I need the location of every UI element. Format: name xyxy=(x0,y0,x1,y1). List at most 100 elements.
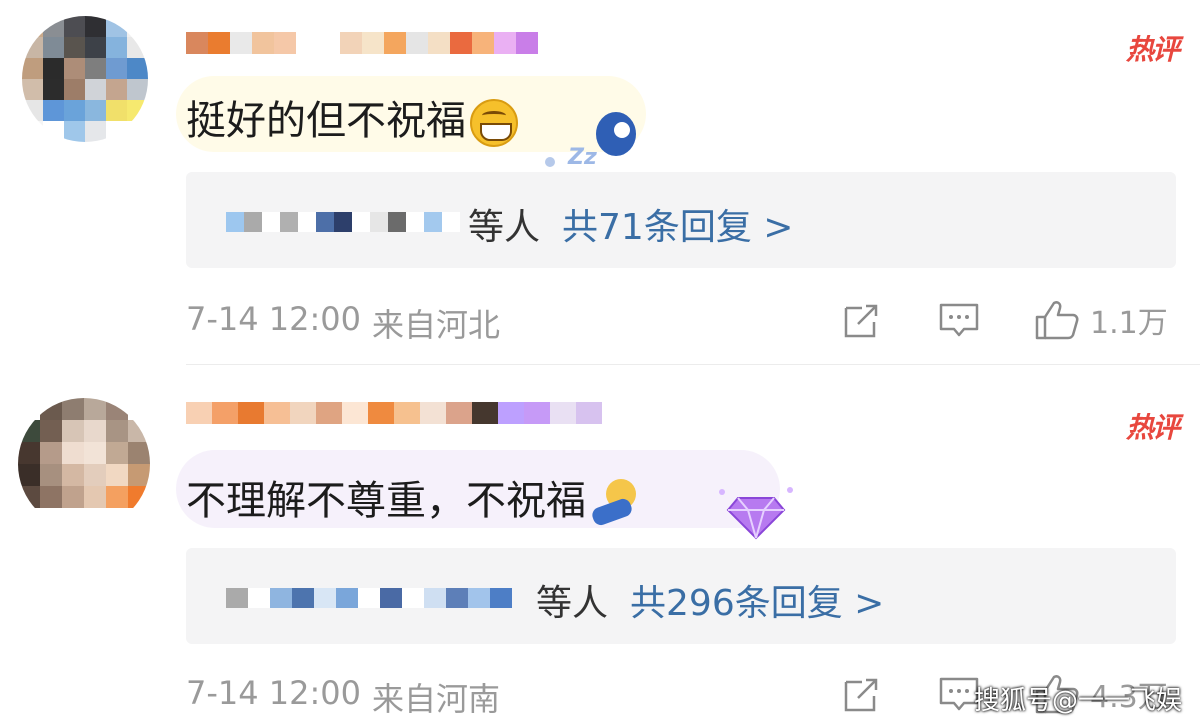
username-pixel xyxy=(428,32,450,54)
comment-text-content: 挺好的但不祝福 xyxy=(186,98,466,144)
username-pixel xyxy=(576,402,602,424)
comment-meta-row: 7-14 12:00 来自河北 1.1万 xyxy=(186,296,1176,346)
avatar-pixel xyxy=(127,100,148,121)
reply-name-pixel xyxy=(314,588,336,608)
reply-summary[interactable]: 等人 共71条回复 > xyxy=(468,198,793,250)
share-button[interactable] xyxy=(842,298,882,342)
thumbs-up-icon xyxy=(1035,301,1079,340)
reply-name-pixel xyxy=(490,588,512,608)
avatar-pixel xyxy=(43,100,64,121)
avatar-pixel xyxy=(18,508,40,530)
reply-preview-box[interactable]: 等人 共296条回复 > xyxy=(186,548,1176,644)
like-button[interactable]: 1.1万 xyxy=(1034,298,1168,342)
avatar-pixel xyxy=(85,121,106,142)
avatar-pixel xyxy=(128,398,150,420)
sleeping-character-decoration-icon: Zz xyxy=(545,112,636,170)
username-pixel xyxy=(342,402,368,424)
reply-name-pixel xyxy=(424,212,442,232)
avatar-pixel xyxy=(62,442,84,464)
avatar-pixel xyxy=(127,58,148,79)
avatar-pixel xyxy=(40,486,62,508)
reply-name-pixel xyxy=(270,588,292,608)
comment-icon xyxy=(939,303,979,337)
avatar-pixel xyxy=(18,442,40,464)
reply-count-link[interactable]: 共296条回复 > xyxy=(630,583,884,624)
avatar-pixel xyxy=(84,420,106,442)
reply-name-pixel xyxy=(352,212,370,232)
username-pixel xyxy=(316,402,342,424)
avatar-pixel xyxy=(106,442,128,464)
avatar-pixel xyxy=(106,464,128,486)
username-pixel xyxy=(340,32,362,54)
avatar-pixel xyxy=(106,79,127,100)
username-pixel xyxy=(516,32,538,54)
comment-location: 来自河南 xyxy=(372,680,501,718)
username-pixel xyxy=(208,32,230,54)
comment-location: 来自河北 xyxy=(372,306,501,344)
username-pixel xyxy=(384,32,406,54)
avatar-pixel xyxy=(22,121,43,142)
avatar-pixel xyxy=(85,37,106,58)
avatar-pixel xyxy=(84,398,106,420)
avatar-pixel xyxy=(62,464,84,486)
avatar-pixel xyxy=(106,398,128,420)
avatar-pixel xyxy=(106,16,127,37)
avatar-pixel xyxy=(106,37,127,58)
avatar[interactable] xyxy=(18,398,150,530)
avatar-pixel xyxy=(22,58,43,79)
reply-name-pixel xyxy=(248,588,270,608)
username-blurred[interactable] xyxy=(186,28,538,58)
avatar-pixel xyxy=(62,398,84,420)
username-pixel xyxy=(446,402,472,424)
reply-name-pixel xyxy=(380,588,402,608)
share-button[interactable] xyxy=(842,672,882,716)
avatar-pixel xyxy=(128,420,150,442)
share-icon xyxy=(844,678,878,712)
username-pixel xyxy=(494,32,516,54)
username-blurred[interactable] xyxy=(186,398,602,428)
reply-preview-box[interactable]: 等人 共71条回复 > xyxy=(186,172,1176,268)
username-pixel xyxy=(472,32,494,54)
avatar-pixel xyxy=(106,486,128,508)
reply-name-pixel xyxy=(316,212,334,232)
avatar-pixel xyxy=(85,58,106,79)
share-icon xyxy=(844,304,878,338)
reply-name-pixel xyxy=(262,212,280,232)
avatar-pixel xyxy=(64,37,85,58)
reply-suffix: 等人 xyxy=(536,583,609,624)
username-pixel xyxy=(274,32,296,54)
reply-count-link[interactable]: 共71条回复 > xyxy=(562,207,793,248)
comment-time: 7-14 12:00 xyxy=(186,300,362,338)
avatar-pixel xyxy=(64,16,85,37)
avatar-pixel xyxy=(22,79,43,100)
reply-name-pixel xyxy=(292,588,314,608)
username-pixel xyxy=(550,402,576,424)
comment-button[interactable] xyxy=(938,298,980,342)
reply-name-pixel xyxy=(244,212,262,232)
username-pixel xyxy=(230,32,252,54)
username-pixel xyxy=(186,32,208,54)
reply-name-pixel xyxy=(226,212,244,232)
hot-comment-badge: 热评 xyxy=(1125,33,1180,66)
avatar-pixel xyxy=(62,486,84,508)
avatar-pixel xyxy=(84,486,106,508)
avatar-pixel xyxy=(22,16,43,37)
avatar-pixel xyxy=(40,508,62,530)
reply-name-pixel xyxy=(406,212,424,232)
avatar-pixel xyxy=(85,79,106,100)
avatar-pixel xyxy=(127,121,148,142)
grinning-face-icon xyxy=(470,99,518,147)
username-pixel xyxy=(450,32,472,54)
avatar-pixel xyxy=(127,16,148,37)
reply-name-pixel xyxy=(402,588,424,608)
avatar-pixel xyxy=(40,464,62,486)
avatar[interactable] xyxy=(22,16,148,142)
avatar-pixel xyxy=(85,16,106,37)
avatar-pixel xyxy=(64,79,85,100)
avatar-pixel xyxy=(106,58,127,79)
username-pixel xyxy=(296,32,318,54)
reply-name-pixel xyxy=(370,212,388,232)
avatar-pixel xyxy=(43,16,64,37)
avatar-pixel xyxy=(106,420,128,442)
reply-summary[interactable]: 等人 共296条回复 > xyxy=(536,574,884,626)
